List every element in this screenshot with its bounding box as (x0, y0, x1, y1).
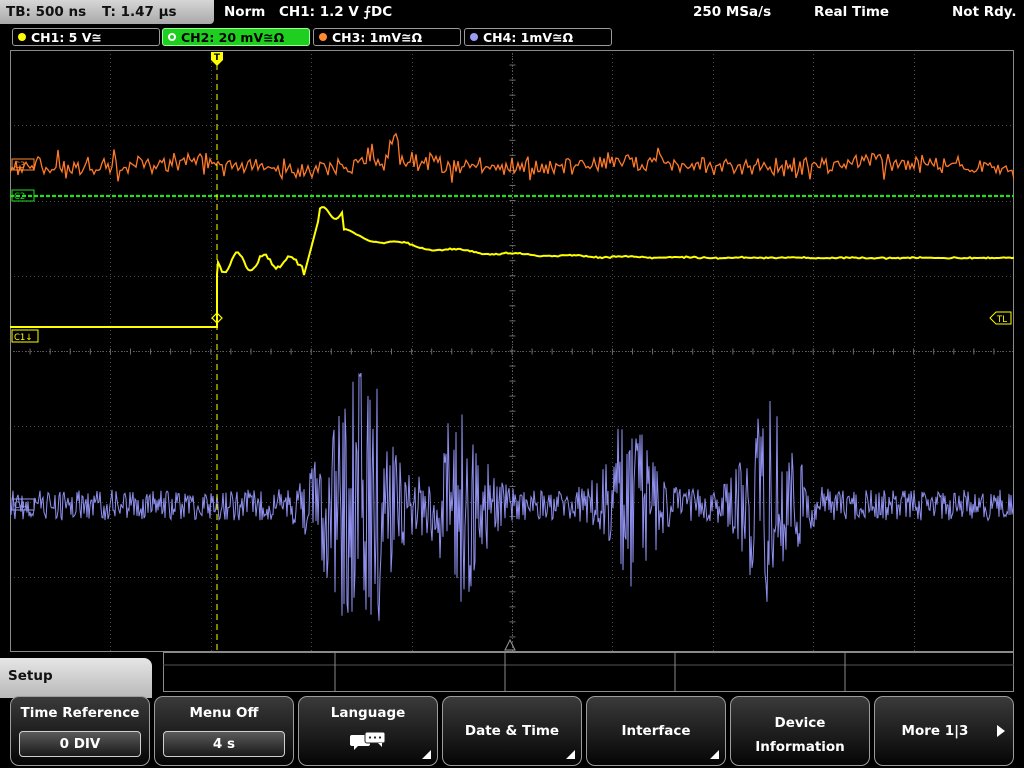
channel-tab-label: CH3: 1mV≅Ω (332, 30, 423, 45)
date-time-softkey[interactable]: Date & Time (442, 696, 582, 766)
time-reference-softkey[interactable]: Time Reference 0 DIV (10, 696, 150, 766)
softkey-label-line1: Device (774, 715, 826, 731)
softkey-label: Interface (621, 723, 691, 739)
timebase-value: TB: 500 ns (6, 4, 87, 20)
softkey-label: Date & Time (464, 723, 560, 739)
channel-tab-label: CH4: 1mV≅Ω (483, 30, 574, 45)
ch1-color-dot (18, 33, 26, 41)
zoom-strip (163, 652, 1014, 692)
softkey-label-line2: Information (755, 739, 845, 755)
more-softkey[interactable]: More 1|3 (874, 696, 1014, 766)
channel-tab-ch2[interactable]: CH2: 20 mV≅Ω (162, 28, 310, 46)
ch4-marker-label: C4 (14, 501, 25, 511)
speech-bubble-icon (350, 731, 386, 750)
trigger-level-label: TL (996, 315, 1007, 325)
acquisition-mode: Real Time (814, 4, 890, 20)
device-information-softkey[interactable]: Device Information (730, 696, 870, 766)
menu-off-softkey[interactable]: Menu Off 4 s (154, 696, 294, 766)
waveform-display[interactable]: T C3 C2 C1↓ C4 TL (10, 50, 1014, 652)
language-softkey[interactable]: Language (298, 696, 438, 766)
menu-title: Setup (8, 668, 53, 684)
ch4-color-dot (470, 33, 478, 41)
channel-tab-label: CH1: 5 V≅ (31, 30, 102, 45)
ch3-marker-label: C3 (14, 161, 25, 171)
timebase-panel[interactable]: TB: 500 ns T: 1.47 µs (0, 0, 214, 24)
trigger-state: Not Rdy. (952, 4, 1017, 20)
ch3-color-dot (319, 33, 327, 41)
softkey-label: More 1|3 (901, 723, 969, 739)
channel-tab-ch3[interactable]: CH3: 1mV≅Ω (313, 28, 461, 46)
sample-rate: 250 MSa/s (693, 4, 772, 20)
softkey-label: Language (330, 705, 406, 721)
zoom-strip-bg (163, 652, 1014, 692)
trigger-marker-label: T (214, 53, 221, 63)
menu-off-value: 4 s (163, 731, 285, 757)
ch2-color-dot (168, 33, 176, 41)
softkey-label: Menu Off (189, 705, 259, 721)
submenu-indicator-icon (566, 750, 575, 759)
channel-tab-ch4[interactable]: CH4: 1mV≅Ω (464, 28, 612, 46)
interface-softkey[interactable]: Interface (586, 696, 726, 766)
softkey-label: Device Information (731, 711, 869, 759)
trigger-time-value: T: 1.47 µs (102, 4, 177, 20)
ch1-marker-label: C1↓ (14, 333, 32, 343)
next-page-arrow-icon (997, 725, 1005, 737)
submenu-indicator-icon (422, 750, 431, 759)
submenu-indicator-icon (710, 750, 719, 759)
menu-title-tab: Setup (0, 658, 152, 698)
trigger-mode[interactable]: Norm (224, 4, 265, 20)
channel-tab-label: CH2: 20 mV≅Ω (181, 30, 285, 45)
channel-tab-ch1[interactable]: CH1: 5 V≅ (12, 28, 160, 46)
time-reference-value: 0 DIV (19, 731, 141, 757)
trigger-source-info[interactable]: CH1: 1.2 V ⨍DC (279, 4, 392, 20)
ch2-marker-label: C2 (14, 192, 25, 202)
status-bar: TB: 500 ns T: 1.47 µs Norm CH1: 1.2 V ⨍D… (0, 0, 1024, 24)
softkey-label: Time Reference (20, 705, 140, 721)
